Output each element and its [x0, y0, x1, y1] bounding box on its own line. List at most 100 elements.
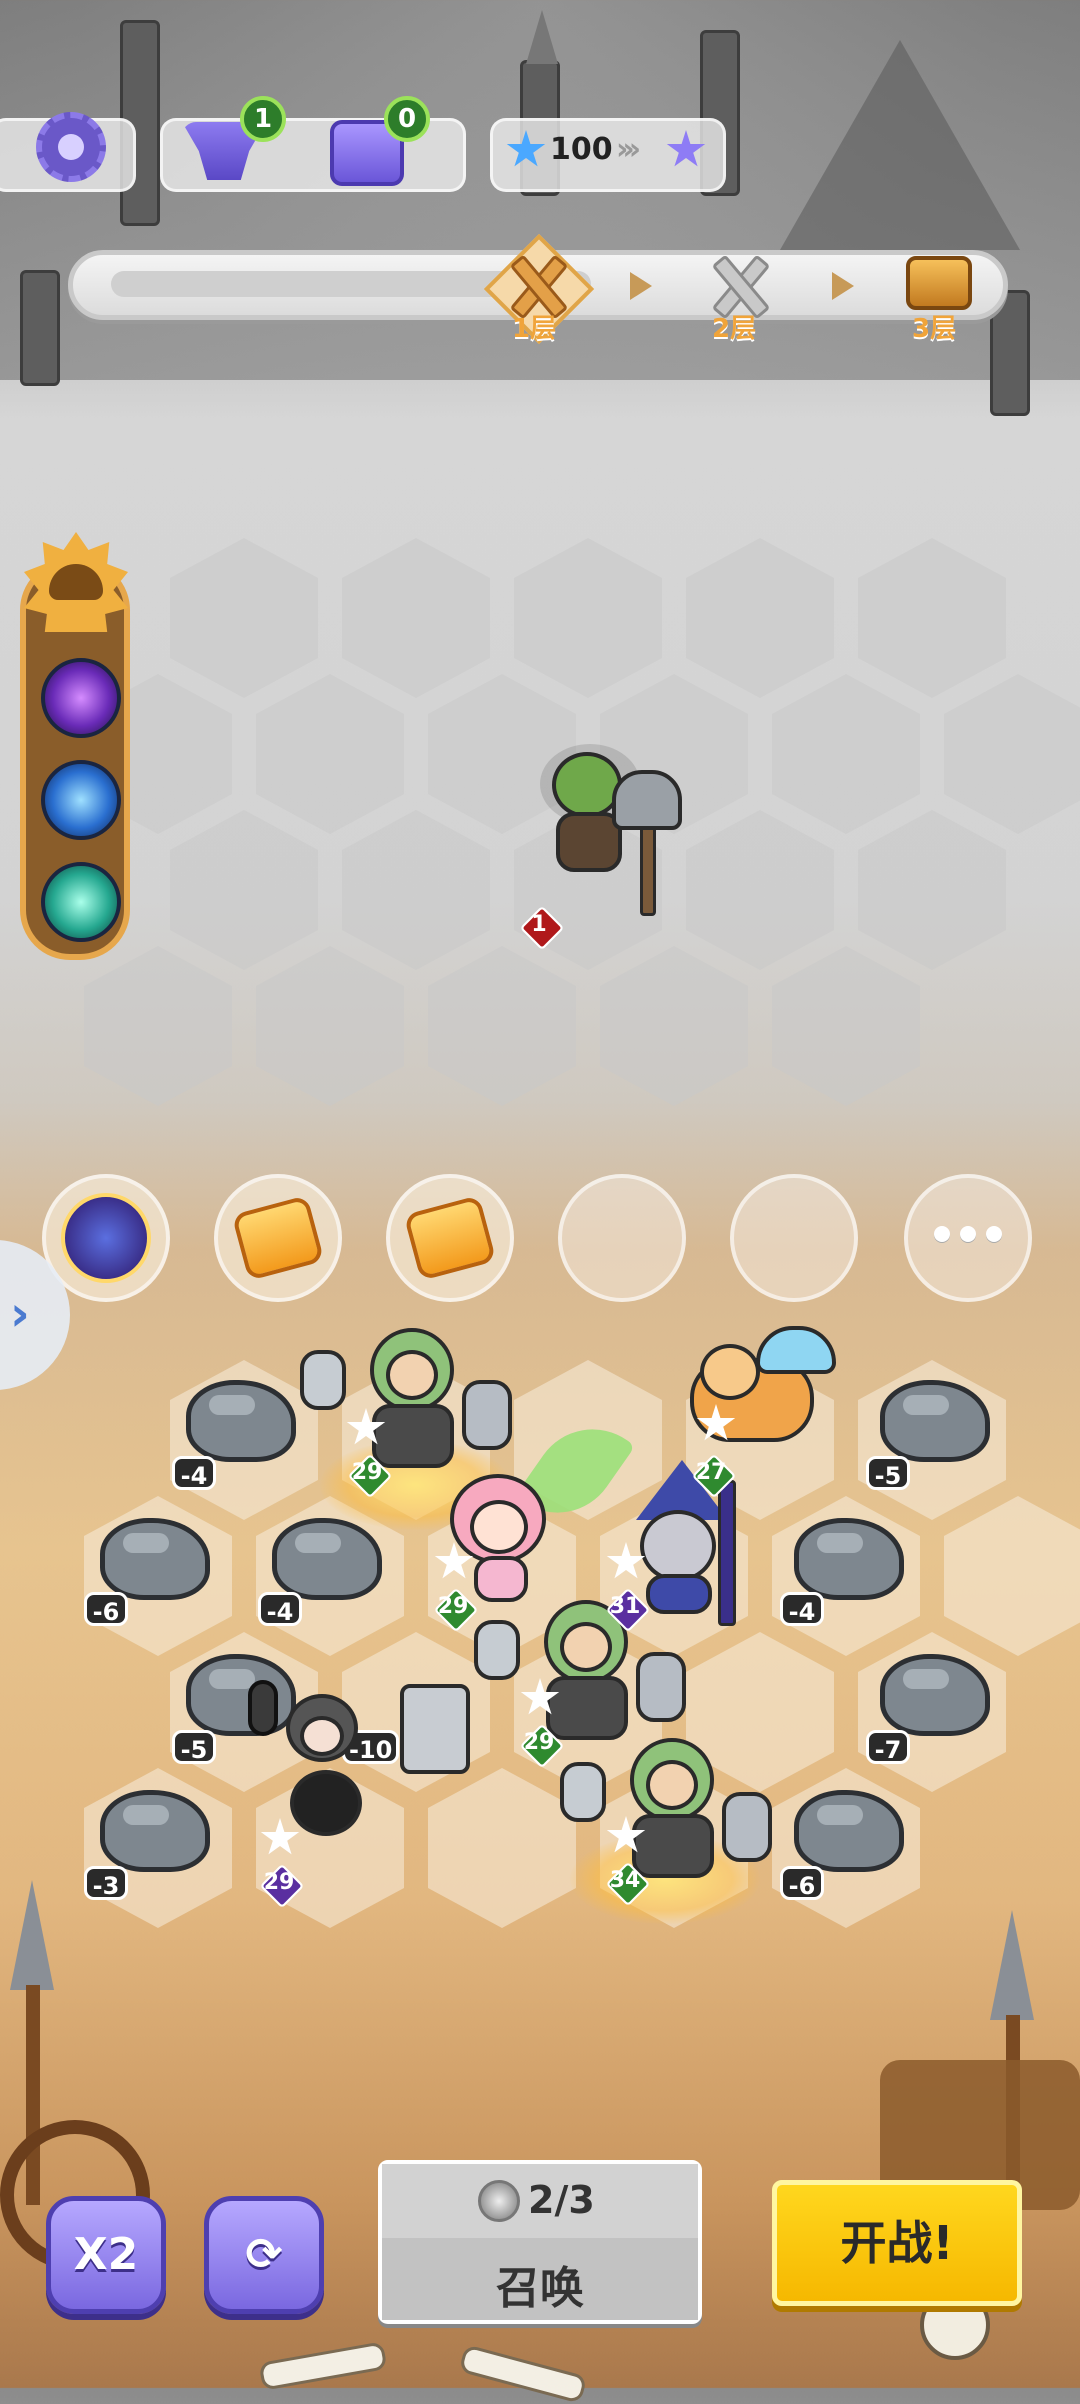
elf-body	[474, 1556, 528, 1602]
shield-icon	[722, 1792, 772, 1862]
rock-obstacle[interactable]	[272, 1518, 382, 1600]
hex-tile[interactable]	[256, 674, 404, 834]
hex-tile[interactable]	[772, 946, 920, 1106]
summon-cost-area: 2/3	[382, 2164, 698, 2238]
rock-obstacle[interactable]	[186, 1380, 296, 1462]
warrior-face	[646, 1760, 698, 1810]
axe-icon	[560, 1762, 606, 1822]
hex-tile[interactable]	[428, 946, 576, 1106]
skill-slot-5[interactable]	[730, 1174, 858, 1302]
rock-obstacle[interactable]	[794, 1518, 904, 1600]
rock-value: -4	[258, 1592, 302, 1626]
summon-count: 2/3	[528, 2178, 595, 2222]
chest-count-badge: 0	[384, 96, 430, 142]
hex-tile[interactable]	[256, 946, 404, 1106]
rock-value: -4	[172, 1456, 216, 1490]
stage-label: 1层	[512, 314, 557, 344]
hex-tile[interactable]	[944, 1496, 1080, 1656]
start-battle-button[interactable]: 开战!	[772, 2180, 1022, 2306]
anvil-count-badge: 1	[240, 96, 286, 142]
hex-tile[interactable]	[858, 810, 1006, 970]
reward-chest-icon	[906, 256, 972, 310]
rock-obstacle[interactable]	[100, 1518, 210, 1600]
hex-tile[interactable]	[342, 538, 490, 698]
warrior-face	[560, 1622, 612, 1672]
skill-slot-4[interactable]	[558, 1174, 686, 1302]
rock-obstacle[interactable]	[880, 1380, 990, 1462]
wind-buff-icon[interactable]	[41, 862, 121, 942]
corgi-head	[700, 1344, 760, 1400]
speed-x2-button[interactable]: X2	[46, 2196, 166, 2314]
wizard-head[interactable]	[640, 1510, 716, 1582]
rock-value: -7	[866, 1730, 910, 1764]
coin-icon	[478, 2180, 520, 2222]
rock-obstacle[interactable]	[880, 1654, 990, 1736]
crossed-swords-icon	[498, 250, 572, 316]
wizard-body	[646, 1574, 712, 1614]
wizard-staff	[718, 1480, 736, 1626]
dragon-buff-icon[interactable]	[41, 760, 121, 840]
crossed-swords-icon	[700, 250, 774, 316]
summon-label: 召唤	[496, 2263, 584, 2314]
enemy-level-badge: 1	[518, 904, 560, 946]
chevron-right-icon: ›	[10, 1286, 30, 1342]
bone-decoration	[258, 2341, 388, 2391]
hex-tile[interactable]	[858, 538, 1006, 698]
unit-level-badge: 29	[258, 1862, 300, 1904]
hex-tile[interactable]	[428, 1768, 576, 1928]
more-button[interactable]	[904, 1174, 1032, 1302]
hex-tile[interactable]	[686, 538, 834, 698]
rock-obstacle[interactable]	[794, 1790, 904, 1872]
girl-face	[300, 1716, 344, 1756]
unit-level-badge: 29	[432, 1586, 474, 1628]
purple-beam-buff-icon[interactable]	[41, 658, 121, 738]
unit-level-badge: 27	[690, 1452, 732, 1494]
summon-label-area: 召唤	[382, 2238, 698, 2320]
elf-face	[470, 1500, 528, 1554]
hex-tile[interactable]	[772, 674, 920, 834]
shield-icon	[462, 1380, 512, 1450]
fence-post	[20, 270, 60, 386]
stars-count: 100	[550, 132, 613, 167]
unit-level-badge: 31	[604, 1586, 646, 1628]
arrow-right-icon	[832, 272, 854, 300]
unit-level-badge: 29	[346, 1452, 388, 1494]
shield-icon	[636, 1652, 686, 1722]
rock-value: -4	[780, 1592, 824, 1626]
rock-value: -6	[84, 1592, 128, 1626]
hex-tile[interactable]	[686, 810, 834, 970]
hex-tile[interactable]	[170, 538, 318, 698]
mushroom-icon	[756, 1326, 836, 1374]
more-dot	[934, 1226, 950, 1242]
axe-icon	[248, 1680, 278, 1736]
rock-value: -6	[780, 1866, 824, 1900]
hex-tile[interactable]	[944, 674, 1080, 834]
refresh-icon: ⟳	[245, 2229, 283, 2280]
bone-decoration	[458, 2344, 588, 2404]
warrior-face	[386, 1350, 438, 1400]
hex-tile[interactable]	[84, 946, 232, 1106]
hex-tile[interactable]	[514, 538, 662, 698]
chevrons-icon: ›››	[616, 132, 641, 167]
bow-skill-icon	[61, 1193, 151, 1283]
unit-level-badge: 29	[518, 1722, 560, 1764]
more-dot	[986, 1226, 1002, 1242]
rock-value: -3	[84, 1866, 128, 1900]
rock-value: -5	[866, 1456, 910, 1490]
rock-obstacle[interactable]	[186, 1654, 296, 1736]
gear-icon[interactable]	[36, 112, 106, 182]
spear-decoration	[10, 1880, 54, 1990]
rock-obstacle[interactable]	[100, 1790, 210, 1872]
hex-tile[interactable]	[600, 946, 748, 1106]
hex-tile[interactable]	[170, 810, 318, 970]
axe-icon	[474, 1620, 520, 1680]
spear-tip	[526, 10, 558, 64]
more-dot	[960, 1226, 976, 1242]
knight-statue[interactable]	[400, 1684, 470, 1774]
hex-tile[interactable]	[342, 810, 490, 970]
crow-body	[290, 1770, 362, 1836]
refresh-button[interactable]: ⟳	[204, 2196, 324, 2314]
axe-icon	[612, 770, 682, 830]
axe-icon	[300, 1350, 346, 1410]
summon-button[interactable]: 2/3 召唤	[378, 2160, 702, 2324]
